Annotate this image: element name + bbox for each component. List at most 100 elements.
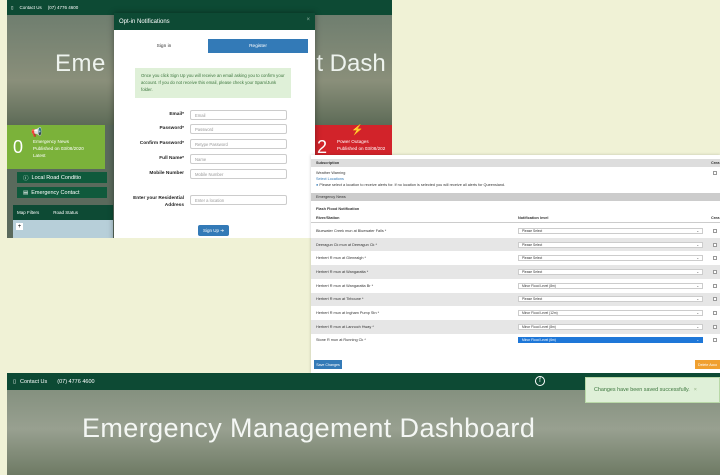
station-name: Deeragun Ck mun at Deeragun Ck * [316,242,377,247]
weather-warning-block: Weather Warning Select Locations ● Pleas… [316,170,505,188]
row-checkbox[interactable] [713,297,717,302]
row-checkbox[interactable] [713,324,717,329]
confirm-password-label: Confirm Password* [139,141,184,146]
weather-note: ● Please select a location to receive al… [316,183,506,188]
row-checkbox[interactable] [713,228,717,233]
notification-level-select[interactable]: Minor Flood Level (6m) ⌄ [518,337,703,344]
notification-level-select[interactable]: Please Select ⌄ [518,296,703,303]
emergency-contacts-button[interactable]: ▤ Emergency Contact [17,187,107,198]
notification-level-select[interactable]: Please Select ⌄ [518,268,703,275]
modal-title: Opt-in Notifications [119,18,170,25]
tile-label: Emergency News Published on 03/08/2020 L… [33,139,84,158]
row-checkbox[interactable] [713,283,717,288]
chevron-down-icon: ⌄ [696,311,699,316]
row-checkbox[interactable] [713,269,717,274]
emergency-news-tile[interactable]: 0 📢 Emergency News Published on 03/08/20… [7,125,105,169]
notification-level-select[interactable]: Please Select ⌄ [518,241,703,248]
close-icon[interactable]: × [306,17,310,23]
dashboard-after-save-screenshot: ▯ Contact Us (07) 4776 4600 f Emergency … [7,373,720,475]
map-filters-tab[interactable]: Map Filters [17,210,39,215]
notification-level-select[interactable]: Please Select ⌄ [518,255,703,262]
info-icon: ● [316,183,319,188]
address-label: Enter your Residential Address [133,196,184,209]
station-name: Herbert R mun at Wangaratta Br * [316,283,374,288]
email-field[interactable]: Email [190,110,287,120]
row-checkbox[interactable] [713,242,717,247]
contact-us-link[interactable]: Contact Us [20,379,47,385]
road-status-tab[interactable]: Road Status [53,210,78,215]
zoom-in-button[interactable]: + [16,223,23,230]
email-label: Email* [169,112,184,117]
full-name-label: Full Name* [159,156,184,161]
phone-number[interactable]: (07) 4776 4600 [48,5,79,10]
station-name: Herbert R mun at Tirboune * [316,297,364,302]
station-name: Stone R mun at Running Ck * [316,338,366,343]
success-toast[interactable]: Changes have been saved successfully. × [585,377,720,403]
tile-label: Power Outages Published on 03/08/202 [337,139,386,151]
tab-sign-in[interactable]: Sign in [126,39,202,53]
sign-up-button[interactable]: Sign Up ➔ [198,225,229,236]
megaphone-icon: 📢 [31,127,43,137]
opt-in-notifications-modal: Opt-in Notifications × Sign in Register … [114,13,315,238]
table-row: Herbert R mun at Tirboune * Please Select… [311,292,720,307]
delete-account-button[interactable]: Delete Acco [695,360,720,369]
table-row: Herbert R mun at Wangaratta Br * Minor Fl… [311,278,720,293]
hero-title-left: Eme [55,50,106,77]
table-header: River/Station Notification level Crea [311,215,720,223]
mobile-number-label: Mobile Number [149,171,184,176]
page-title: Emergency Management Dashboard [82,413,536,443]
notification-level-select[interactable]: Minor Flood Level (8m) ⌄ [518,282,703,289]
modal-header: Opt-in Notifications × [114,13,315,30]
password-field[interactable]: Password [190,124,287,134]
phone-number[interactable]: (07) 4776 4600 [57,379,94,385]
info-icon: ⓘ [23,175,29,182]
station-name: Herbert R mun at Wangaratta * [316,269,369,274]
station-name: Herbert R mun at Ingham Pump Stn * [316,311,380,316]
save-changes-button[interactable]: Save Changes [314,360,342,369]
row-checkbox[interactable] [713,311,717,316]
notification-level-select[interactable]: Minor Flood Level (12m) ⌄ [518,310,703,317]
emergency-news-row: Emergency News [311,193,720,201]
flash-flood-heading: Flash Flood Notification [316,207,360,211]
hero-title-right: nt Dash [303,50,386,77]
chevron-down-icon: ⌄ [696,338,699,343]
contact-us-link[interactable]: Contact Us [19,5,41,10]
chevron-down-icon: ⌄ [696,283,699,288]
close-icon[interactable]: × [694,387,697,393]
table-row: Herbert R mun at Wangaratta * Please Sele… [311,265,720,279]
chevron-down-icon: ⌄ [696,228,699,233]
address-field[interactable]: Enter a location [190,195,287,205]
weather-checkbox[interactable] [713,171,717,175]
notification-settings-screenshot: Subscription Crea Weather Warning Select… [311,155,720,373]
map-area[interactable]: + [13,220,113,238]
facebook-icon[interactable]: f [535,376,545,386]
phone-icon: ▯ [11,4,14,10]
tab-register[interactable]: Register [208,39,308,53]
row-checkbox[interactable] [713,338,717,343]
chevron-down-icon: ⌄ [696,242,699,247]
contacts-icon: ▤ [23,189,29,196]
lightning-icon: ⚡ [351,125,364,136]
station-name: Herbert R mun at Lannoch Hway * [316,324,374,329]
table-row: Bluewater Creek mun at Bluewater Falls *… [311,224,720,238]
table-row: Deeragun Ck mun at Deeragun Ck * Please S… [311,237,720,252]
tile-count: 0 [13,137,24,157]
subscription-header: Subscription Crea [311,159,720,167]
notification-level-select[interactable]: Minor Flood Level (8m) ⌄ [518,323,703,330]
chevron-down-icon: ⌄ [696,256,699,261]
notification-level-select[interactable]: Please Select ⌄ [518,227,703,234]
row-checkbox[interactable] [713,256,717,261]
map-filter-bar: Map Filters Road Status [13,205,113,220]
confirm-password-field[interactable]: Retype Password [190,139,287,149]
station-name: Bluewater Creek mun at Bluewater Falls * [316,228,387,233]
local-road-conditions-button[interactable]: ⓘ Local Road Conditio [17,172,107,183]
mobile-number-field[interactable]: Mobile Number [190,169,287,179]
table-row: Stone R mun at Running Ck * Minor Flood L… [311,333,720,348]
table-row: Herbert R mun at Ingham Pump Stn * Minor … [311,306,720,320]
full-name-field[interactable]: Name [190,154,287,164]
phone-icon: ▯ [13,378,17,385]
table-row: Herbert R mun at Lannoch Hway * Minor Flo… [311,319,720,334]
station-name: Herbert R mun at Glenealgh * [316,256,367,261]
table-row: Herbert R mun at Glenealgh * Please Selec… [311,251,720,266]
password-label: Password* [159,126,184,131]
